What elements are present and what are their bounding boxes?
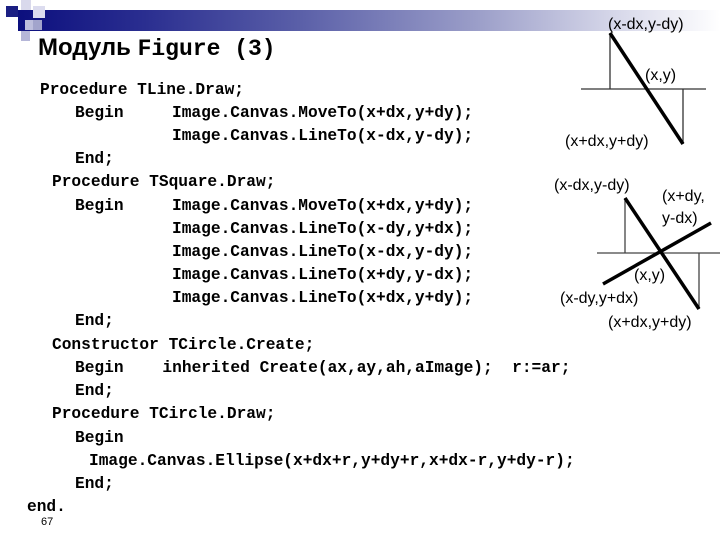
label-center: (x,y) [634, 267, 665, 284]
title-banner [18, 10, 720, 31]
code-line: Begin [75, 429, 124, 447]
code-line: Image.Canvas.LineTo(x-dy,y+dx); [172, 220, 474, 238]
label-top-right-line1: (x+dy, [662, 188, 705, 205]
square-diagram: (x-dx,y-dy) (x+dy, y-dx) (x,y) (x-dy,y+d… [554, 177, 720, 331]
code-line: Image.Canvas.Ellipse(x+dx+r,y+dy+r,x+dx-… [89, 452, 575, 470]
code-line: Procedure TCircle.Draw; [52, 405, 276, 423]
page-number: 67 [41, 516, 54, 528]
code-keyword-begin: Begin [75, 197, 124, 215]
code-line: Constructor TCircle.Create; [52, 336, 315, 354]
code-line: Procedure TSquare.Draw; [52, 173, 276, 191]
code-line: Procedure TLine.Draw; [40, 81, 244, 99]
decorative-square [21, 31, 30, 41]
decorative-square [33, 20, 42, 30]
diagonal-main [623, 197, 701, 310]
code-line: End; [75, 312, 114, 330]
code-line: Image.Canvas.LineTo(x-dx,y-dy); [172, 127, 474, 145]
code-statement: Image.Canvas.MoveTo(x+dx,y+dy); [172, 104, 474, 122]
line-diagram: (x-dx,y-dy) (x,y) (x+dx,y+dy) [565, 16, 706, 150]
code-line: Begin Image.Canvas.MoveTo(x+dx,y+dy); [75, 197, 473, 215]
label-bottom-left: (x-dy,y+dx) [560, 290, 638, 307]
decorative-square [33, 6, 45, 18]
code-line: Image.Canvas.LineTo(x+dy,y-dx); [172, 266, 474, 284]
code-line: Begin inherited Create(ax,ay,ah,aImage);… [75, 359, 571, 377]
code-keyword-begin: Begin [75, 104, 124, 122]
code-line: Image.Canvas.LineTo(x+dx,y+dy); [172, 289, 474, 307]
label-top-right-line2: y-dx) [662, 210, 698, 227]
code-line: Begin Image.Canvas.MoveTo(x+dx,y+dy); [75, 104, 473, 122]
label-bottom-right: (x+dx,y+dy) [608, 314, 692, 331]
label-end-point: (x+dx,y+dy) [565, 133, 649, 150]
label-top-left: (x-dx,y-dy) [554, 177, 630, 194]
title-prefix: Модуль [38, 34, 131, 61]
drawn-line [608, 32, 685, 145]
slide-title: Модуль Figure (3) [38, 34, 276, 62]
decorative-square [21, 0, 31, 10]
code-line: End; [75, 382, 114, 400]
code-line: Image.Canvas.LineTo(x-dx,y-dy); [172, 243, 474, 261]
code-statement: Image.Canvas.MoveTo(x+dx,y+dy); [172, 197, 474, 215]
label-center-point: (x,y) [645, 67, 676, 84]
code-line: End; [75, 150, 114, 168]
diagonal-rotated [602, 221, 712, 286]
title-code: Figure (3) [137, 36, 276, 62]
code-line: end. [27, 498, 66, 516]
code-line: End; [75, 475, 114, 493]
code-block: Procedure TLine.Draw; Begin Image.Canvas.… [0, 0, 575, 516]
